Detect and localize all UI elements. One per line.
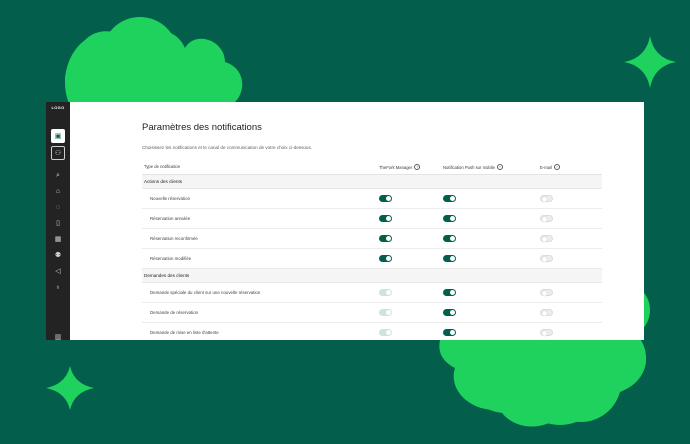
table-row: Nouvelle réservation	[142, 189, 602, 209]
help-icon[interactable]: ?	[553, 164, 560, 170]
toggle-manager[interactable]	[379, 235, 392, 242]
toggle-manager	[379, 289, 392, 296]
table-row: Demande spéciale du client sur une nouve…	[142, 283, 602, 303]
table-row: Réservation modifiée	[142, 249, 602, 269]
toggle-push[interactable]	[443, 255, 456, 262]
toggle-push[interactable]	[443, 329, 456, 336]
toggle-manager	[379, 329, 392, 336]
notification-table: Type de notification TheFork Manager? No…	[142, 160, 602, 340]
toggle-email[interactable]	[540, 235, 553, 242]
section-header: Actions des clients	[142, 175, 602, 189]
toggle-push[interactable]	[443, 235, 456, 242]
megaphone-icon[interactable]: ◁	[51, 264, 65, 278]
help-icon[interactable]: ?	[414, 164, 421, 170]
table-row: Réservation reconfirmée	[142, 229, 602, 249]
edit-icon[interactable]: ▣	[51, 129, 65, 143]
calendar-icon[interactable]: ▦	[51, 232, 65, 246]
toggle-manager	[379, 309, 392, 316]
toggle-email[interactable]	[540, 309, 553, 316]
toggle-email[interactable]	[540, 255, 553, 262]
column-header-manager: TheFork Manager?	[379, 164, 421, 170]
toggle-manager[interactable]	[379, 195, 392, 202]
toggle-push[interactable]	[443, 215, 456, 222]
column-header-type: Type de notification	[144, 164, 181, 169]
table-row: Demande de mise en liste d'attente	[142, 323, 602, 340]
toggle-email[interactable]	[540, 329, 553, 336]
trash-icon[interactable]: ▥	[51, 330, 65, 341]
table-row: Demande de réservation	[142, 303, 602, 323]
lightbulb-icon[interactable]: ♁	[51, 280, 65, 294]
section-header: Demandes des clients	[142, 269, 602, 283]
user-add-icon[interactable]: ⚇	[51, 146, 65, 160]
toggle-email[interactable]	[540, 289, 553, 296]
users-icon[interactable]: ⚉	[51, 248, 65, 262]
logo: LOGO	[51, 105, 65, 110]
home-icon[interactable]: ⌂	[51, 184, 65, 198]
toggle-push[interactable]	[443, 195, 456, 202]
column-header-email: E-mail?	[540, 164, 560, 170]
table-header: Type de notification TheFork Manager? No…	[142, 160, 602, 175]
toggle-email[interactable]	[540, 195, 553, 202]
chat-icon[interactable]: ◌	[51, 200, 65, 214]
help-icon[interactable]: ?	[496, 164, 503, 170]
toggle-manager[interactable]	[379, 255, 392, 262]
page-title: Paramètres des notifications	[142, 122, 262, 133]
toggle-manager[interactable]	[379, 215, 392, 222]
page-subtitle: Choisissez les notifications et le canal…	[142, 145, 313, 150]
toggle-push[interactable]	[443, 289, 456, 296]
app-window: LOGO ▣ ⚇ ⌕ ⌂ ◌ ▯ ▦ ⚉ ◁ ♁ ▥ Paramètres de…	[46, 102, 644, 340]
book-icon[interactable]: ▯	[51, 216, 65, 230]
table-row: Réservation annulée	[142, 209, 602, 229]
toggle-email[interactable]	[540, 215, 553, 222]
column-header-push: Notification Push sur mobile?	[443, 164, 503, 170]
search-icon[interactable]: ⌕	[51, 168, 65, 182]
sidebar: LOGO ▣ ⚇ ⌕ ⌂ ◌ ▯ ▦ ⚉ ◁ ♁ ▥	[46, 102, 70, 340]
main-content: Paramètres des notifications Choisissez …	[70, 102, 644, 340]
toggle-push[interactable]	[443, 309, 456, 316]
